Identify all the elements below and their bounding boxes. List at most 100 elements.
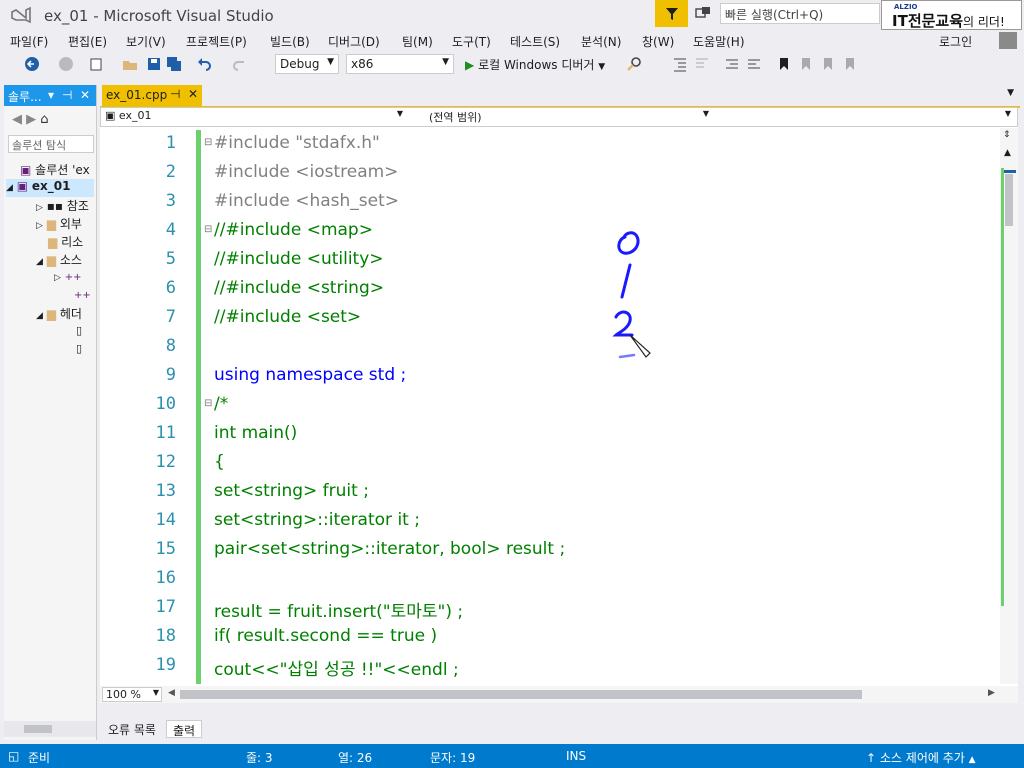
collapse-icon[interactable]: ⊟	[204, 137, 212, 148]
zoom-select[interactable]: 100 % ▼	[102, 687, 162, 702]
chevron-down-icon[interactable]: ▼	[1007, 88, 1014, 98]
pin-icon[interactable]: ⊣	[170, 87, 180, 101]
solution-explorer-tab[interactable]: 솔루... ▾ ⊣ ✕	[4, 85, 96, 106]
menu-help[interactable]: 도움말(H)	[693, 33, 745, 50]
tree-item-project[interactable]: ◢ ▣ ex_01	[6, 179, 94, 197]
tree-item-label: 헤더	[59, 307, 82, 321]
navigate-forward-icon[interactable]	[58, 56, 74, 72]
home-icon[interactable]: ⌂	[40, 112, 48, 127]
collapse-icon[interactable]: ⊟	[204, 398, 212, 409]
tab-output[interactable]: 출력	[166, 720, 203, 738]
feedback-icon[interactable]	[694, 5, 712, 23]
close-icon[interactable]: ✕	[188, 87, 198, 101]
solution-search-input[interactable]: 솔루션 탐식	[8, 135, 94, 153]
find-icon[interactable]	[626, 56, 642, 72]
solution-config-select[interactable]: Debug ▼	[275, 54, 339, 74]
tree-item-cpp-file[interactable]: ▷ ++	[54, 269, 82, 287]
line-number: 2	[165, 162, 176, 182]
menu-file[interactable]: 파일(F)	[10, 33, 48, 50]
menu-tools[interactable]: 도구(T)	[452, 33, 491, 50]
funnel-icon	[665, 7, 678, 20]
scrollbar-thumb[interactable]	[1005, 174, 1013, 226]
menu-build[interactable]: 빌드(B)	[270, 33, 310, 50]
status-bar: ◱ 준비 줄: 3 열: 26 문자: 19 INS ↑ 소스 제어에 추가 ▲	[0, 744, 1024, 768]
redo-icon[interactable]	[232, 56, 248, 72]
tree-item-source[interactable]: ◢ ▆ 소스	[36, 251, 82, 269]
folder-icon: ▆	[46, 253, 56, 267]
tree-item-header-file[interactable]: ▯	[76, 323, 82, 341]
tab-ex01-cpp[interactable]: ex_01.cpp ⊣ ✕	[102, 85, 202, 106]
close-icon[interactable]: ✕	[80, 88, 90, 102]
chevron-up-icon: ▲	[968, 755, 976, 765]
undo-icon[interactable]	[196, 56, 212, 72]
start-debugging-button[interactable]: ▶ 로컬 Windows 디버거 ▼	[465, 56, 605, 73]
indent-icon[interactable]	[672, 56, 688, 72]
visual-studio-logo-icon	[10, 6, 34, 24]
code-line: #include <iostream>	[214, 162, 399, 182]
pin-icon[interactable]: ⊣	[62, 88, 72, 102]
line-number: 7	[165, 307, 176, 327]
quick-launch-input[interactable]: 빠른 실행(Ctrl+Q)	[720, 3, 880, 24]
menu-analyze[interactable]: 분석(N)	[581, 33, 621, 50]
brand-suffix: 의 리더!	[963, 15, 1005, 29]
tree-item-header-file[interactable]: ▯	[76, 341, 82, 359]
source-control-button[interactable]: ↑ 소스 제어에 추가 ▲	[866, 749, 976, 766]
login-link[interactable]: 로그인	[939, 33, 972, 50]
project-scope-select[interactable]: ▣ ex_01 ▼	[105, 109, 405, 126]
solution-tab-label: 솔루...	[8, 90, 42, 104]
tree-item-solution[interactable]: ▣ 솔루션 'ex	[20, 161, 90, 179]
account-avatar-icon[interactable]	[999, 32, 1017, 49]
next-bookmark-icon[interactable]	[820, 56, 836, 72]
tree-item-resources[interactable]: ▆ 리소	[48, 233, 83, 251]
save-all-icon[interactable]	[166, 56, 182, 72]
collapsed-arrow-icon: ▷	[54, 273, 61, 283]
notification-filter-button[interactable]	[655, 0, 688, 27]
comment-icon[interactable]	[724, 56, 740, 72]
tab-error-list[interactable]: 오류 목록	[102, 720, 162, 738]
bookmark-icon[interactable]	[776, 56, 792, 72]
status-ready: 준비	[28, 751, 51, 765]
tree-item-headers[interactable]: ◢ ▆ 헤더	[36, 305, 82, 323]
code-editor[interactable]: 1 2 3 4 5 6 7 8 9 10 11 12 13 14 15 16 1…	[100, 127, 1018, 687]
navigate-back-icon[interactable]	[24, 56, 40, 72]
platform-value: x86	[351, 57, 374, 71]
tree-item-external[interactable]: ▷ ▆ 외부	[36, 215, 82, 233]
split-icon[interactable]: ⇕	[1003, 130, 1011, 140]
outdent-icon[interactable]	[694, 56, 710, 72]
global-scope-select[interactable]: (전역 범위) ▼	[411, 109, 711, 126]
save-icon[interactable]	[146, 56, 162, 72]
forward-icon[interactable]: ▶	[26, 112, 36, 127]
back-icon[interactable]: ◀	[12, 112, 22, 127]
chevron-down-icon: ▼	[327, 57, 334, 67]
menu-test[interactable]: 테스트(S)	[510, 33, 560, 50]
uncomment-icon[interactable]	[746, 56, 762, 72]
chevron-down-icon[interactable]: ▾	[48, 88, 54, 102]
new-project-icon[interactable]	[88, 56, 104, 72]
prev-bookmark-icon[interactable]	[798, 56, 814, 72]
menu-project[interactable]: 프로젝트(P)	[186, 33, 247, 50]
menu-window[interactable]: 창(W)	[642, 33, 674, 50]
collapse-icon[interactable]: ⊟	[204, 224, 212, 235]
menu-team[interactable]: 팀(M)	[402, 33, 433, 50]
platform-select[interactable]: x86 ▼	[346, 54, 454, 74]
line-number: 9	[165, 365, 176, 385]
collapsed-arrow-icon: ▷	[36, 221, 43, 231]
tree-item-references[interactable]: ▷ ▪▪ 참조	[36, 197, 89, 215]
code-line: //#include <set>	[214, 307, 362, 327]
scroll-right-icon[interactable]: ▶	[988, 688, 995, 698]
menu-edit[interactable]: 편집(E)	[68, 33, 107, 50]
clear-bookmarks-icon[interactable]	[842, 56, 858, 72]
menu-view[interactable]: 보기(V)	[126, 33, 166, 50]
menu-debug[interactable]: 디버그(D)	[328, 33, 380, 50]
scroll-up-icon[interactable]: ▲	[1004, 148, 1011, 158]
editor-vertical-scrollbar[interactable]: ⇕ ▲	[1000, 128, 1018, 684]
tab-label: ex_01.cpp	[106, 88, 168, 102]
line-number: 3	[165, 191, 176, 211]
solution-horizontal-scrollbar[interactable]	[4, 721, 96, 737]
member-select[interactable]: ▼	[715, 109, 1013, 126]
tree-item-cpp-file[interactable]: ++	[74, 287, 91, 305]
scrollbar-thumb[interactable]	[24, 725, 52, 733]
open-file-icon[interactable]	[122, 56, 138, 72]
scrollbar-thumb[interactable]	[180, 690, 862, 699]
scroll-left-icon[interactable]: ◀	[168, 688, 175, 698]
